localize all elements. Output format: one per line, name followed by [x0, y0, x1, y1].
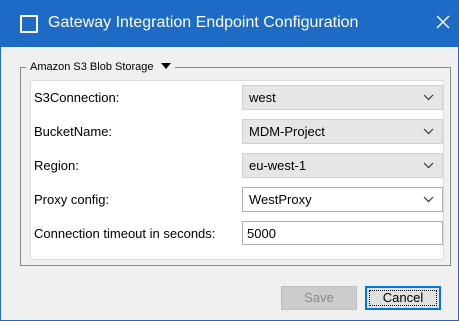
- s3connection-select[interactable]: west: [242, 85, 443, 110]
- chevron-down-icon: [423, 94, 434, 101]
- region-label: Region:: [34, 158, 79, 173]
- timeout-label: Connection timeout in seconds:: [34, 226, 216, 241]
- group-toggle[interactable]: Amazon S3 Blob Storage: [26, 59, 175, 75]
- bucketname-label: BucketName:: [34, 124, 113, 139]
- caret-down-icon: [160, 63, 171, 69]
- title-bar[interactable]: Gateway Integration Endpoint Configurati…: [0, 0, 459, 47]
- window-icon: [20, 15, 38, 33]
- group-label: Amazon S3 Blob Storage: [30, 61, 154, 73]
- chevron-down-icon: [423, 196, 434, 203]
- bucketname-value: MDM-Project: [249, 124, 325, 139]
- cancel-button-label: Cancel: [382, 290, 424, 305]
- timeout-input[interactable]: [242, 221, 443, 245]
- proxy-config-label: Proxy config:: [34, 192, 110, 207]
- s3connection-value: west: [249, 90, 276, 105]
- region-value: eu-west-1: [249, 158, 307, 173]
- chevron-down-icon: [423, 162, 434, 169]
- bucketname-select[interactable]: MDM-Project: [242, 119, 443, 144]
- save-button[interactable]: Save: [281, 286, 357, 310]
- cancel-button[interactable]: Cancel: [365, 286, 441, 310]
- proxy-config-value: WestProxy: [249, 192, 312, 207]
- region-select[interactable]: eu-west-1: [242, 153, 443, 178]
- proxy-config-select[interactable]: WestProxy: [242, 187, 443, 212]
- window-title: Gateway Integration Endpoint Configurati…: [48, 14, 359, 31]
- close-icon: [436, 15, 450, 29]
- chevron-down-icon: [423, 128, 434, 135]
- close-button[interactable]: [430, 9, 456, 35]
- s3connection-label: S3Connection:: [34, 90, 120, 105]
